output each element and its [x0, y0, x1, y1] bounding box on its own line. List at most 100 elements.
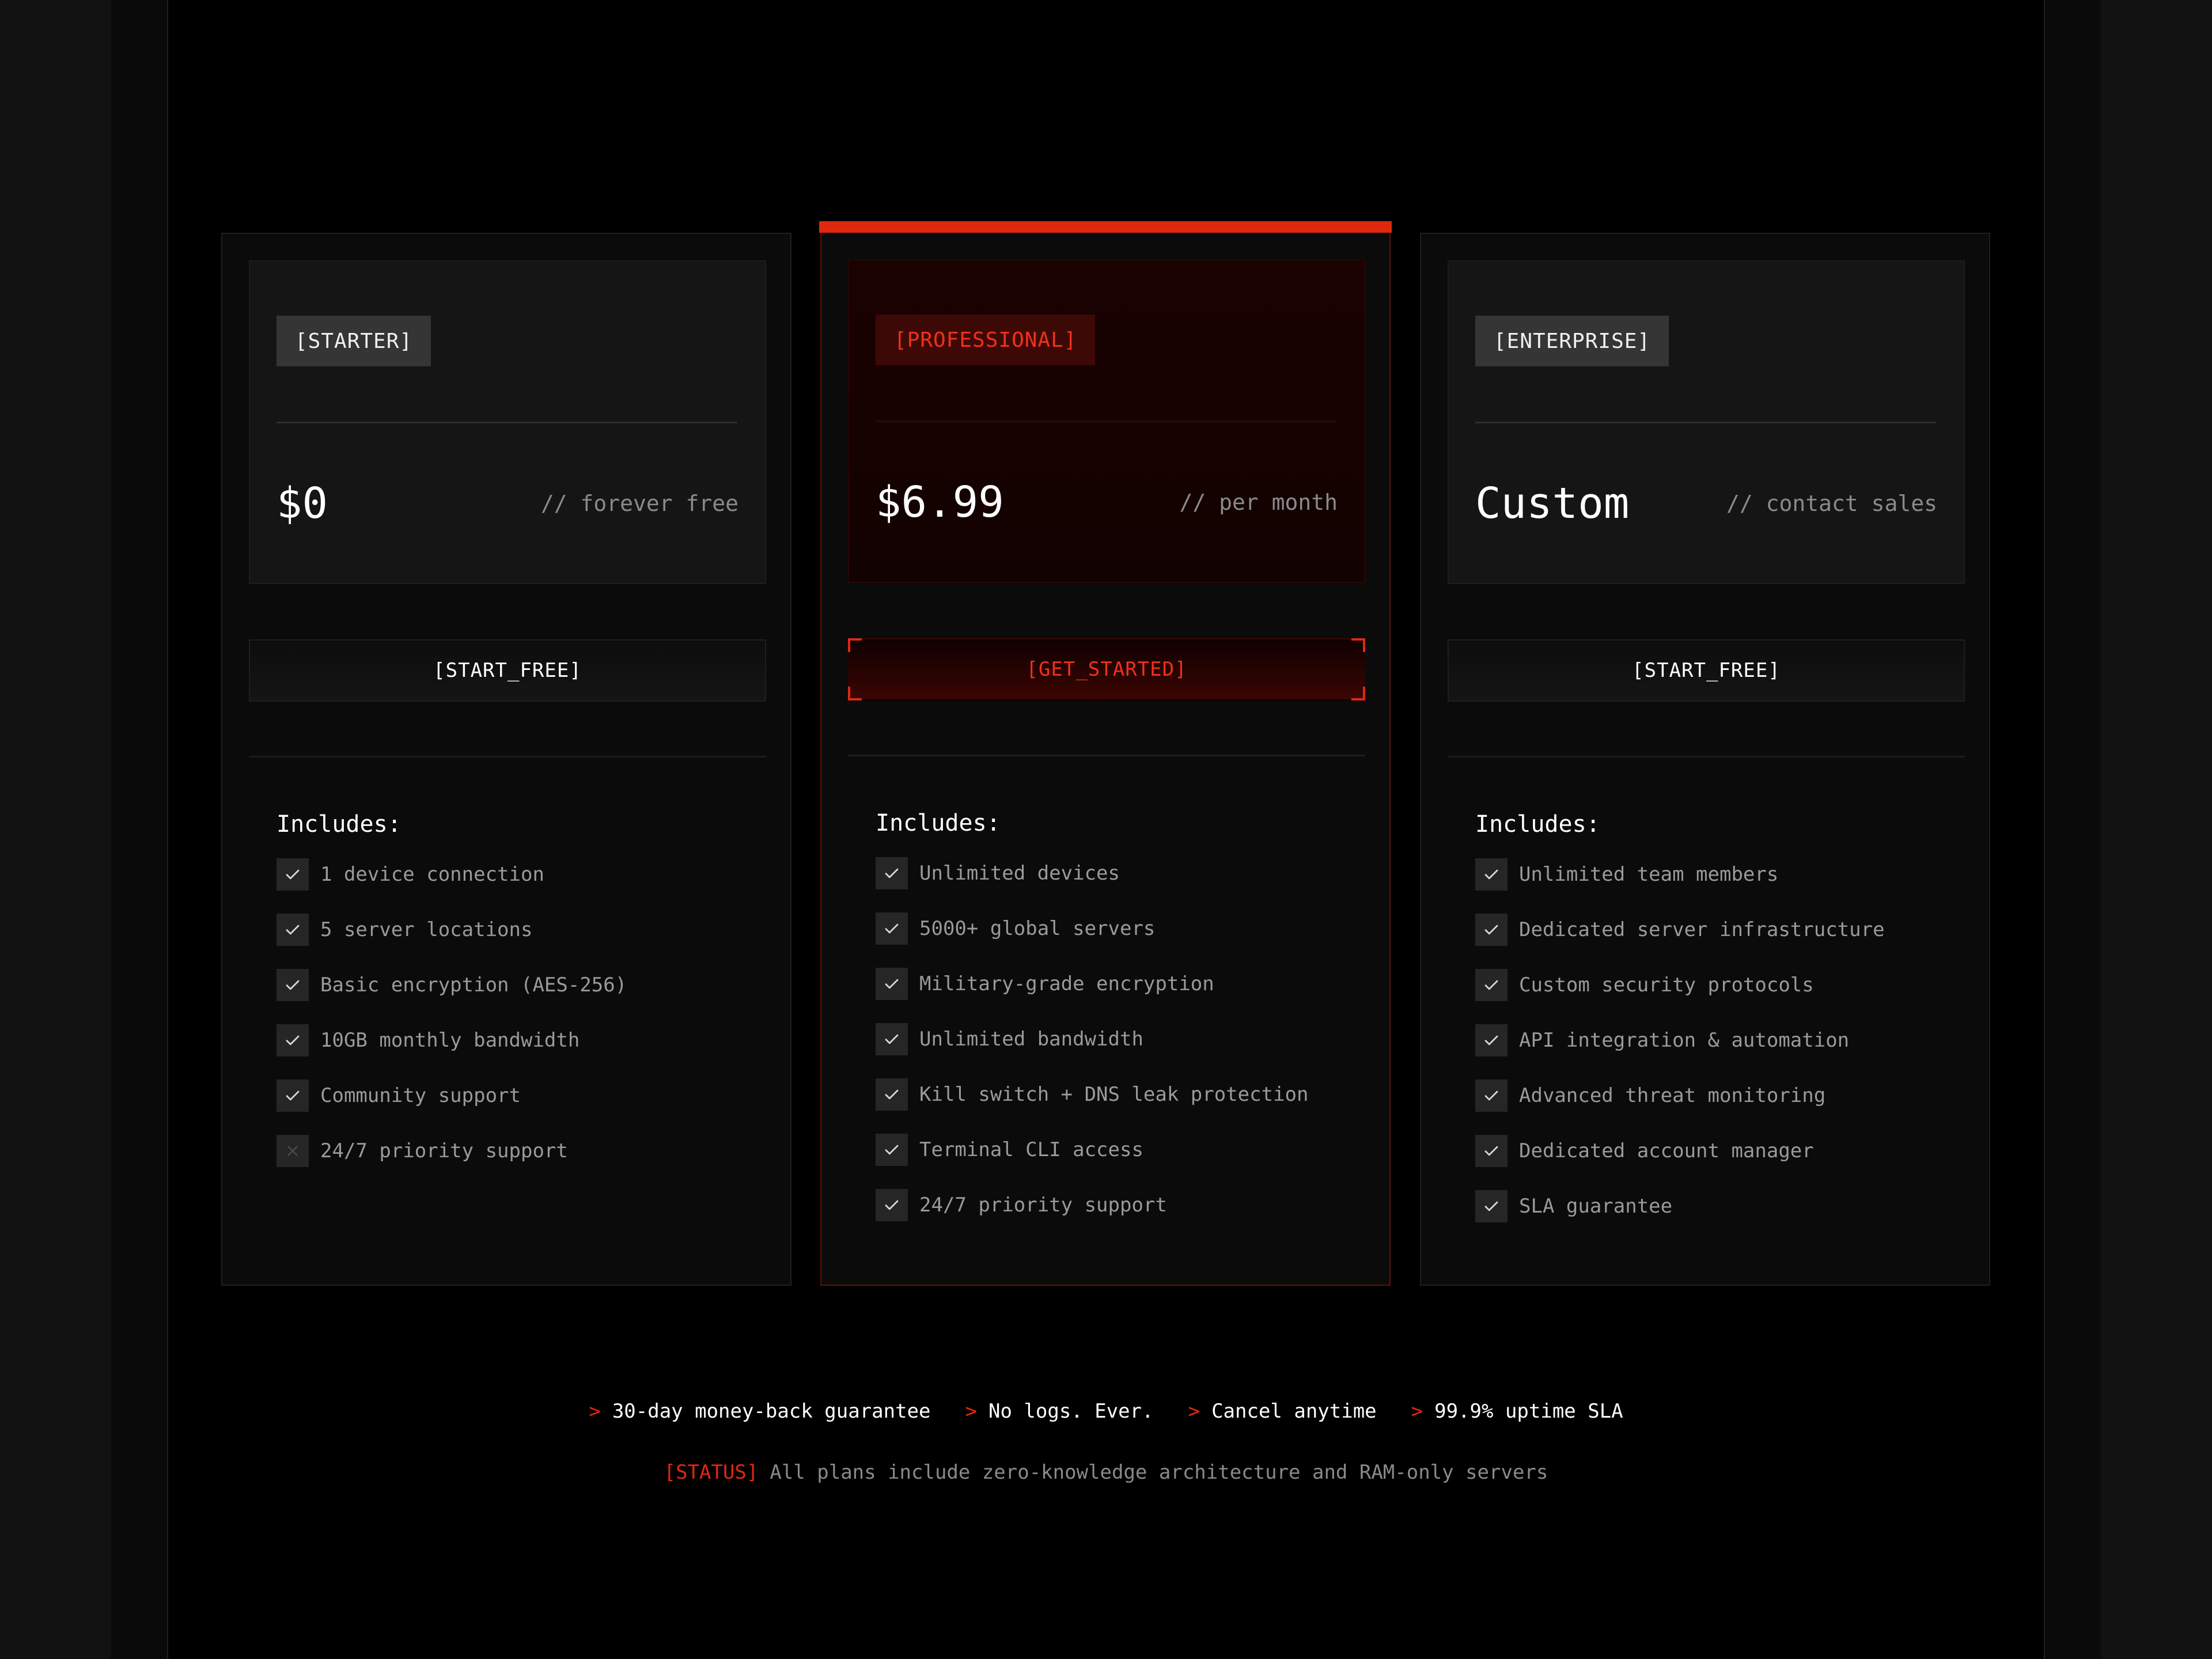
- card-divider: [1448, 756, 1965, 757]
- guarantee-text: Cancel anytime: [1211, 1400, 1377, 1423]
- bracket-corner: [848, 687, 862, 700]
- check-icon: [876, 912, 908, 945]
- featured-accent-bar: [819, 221, 1392, 233]
- bracket-corner: [1351, 638, 1365, 652]
- bracket-corner: [1351, 687, 1365, 700]
- feature-label: Military-grade encryption: [919, 972, 1214, 995]
- feature-item: API integration & automation: [1475, 1013, 1885, 1068]
- check-icon: [276, 858, 309, 891]
- plan-badge: [PROFESSIONAL]: [876, 315, 1096, 365]
- feature-label: Custom security protocols: [1519, 974, 1814, 997]
- get-started-label: [GET_STARTED]: [1026, 658, 1187, 681]
- feature-label: Terminal CLI access: [919, 1138, 1143, 1161]
- prompt-marker-icon: >: [1188, 1400, 1200, 1423]
- plan-badge: [STARTER]: [276, 316, 431, 366]
- card-divider: [848, 755, 1365, 756]
- status-text: All plans include zero-knowledge archite…: [770, 1461, 1548, 1484]
- header-rule: [876, 421, 1336, 422]
- check-icon: [876, 968, 908, 1000]
- check-icon: [1475, 858, 1508, 891]
- get-started-button[interactable]: [GET_STARTED]: [848, 638, 1365, 700]
- plan-price-note: // per month: [1179, 490, 1338, 515]
- check-icon: [1475, 1024, 1508, 1056]
- feature-item: Community support: [276, 1068, 627, 1123]
- plan-header: [PROFESSIONAL] $6.99 // per month: [848, 259, 1365, 583]
- plan-badge: [ENTERPRISE]: [1475, 316, 1669, 366]
- feature-item: Military-grade encryption: [876, 956, 1309, 1012]
- check-icon: [876, 1023, 908, 1055]
- feature-label: Dedicated server infrastructure: [1519, 918, 1885, 941]
- guarantee-item: >30-day money-back guarantee: [589, 1400, 930, 1423]
- header-rule: [276, 422, 737, 423]
- feature-label: Unlimited team members: [1519, 863, 1779, 886]
- plan-header: [ENTERPRISE] Custom // contact sales: [1448, 260, 1965, 584]
- check-icon: [876, 857, 908, 889]
- feature-list: 1 device connection 5 server locations Bas…: [276, 858, 627, 1197]
- includes-title: Includes:: [1475, 811, 1600, 838]
- guarantee-text: No logs. Ever.: [988, 1400, 1154, 1423]
- check-icon: [1475, 1190, 1508, 1222]
- card-divider: [249, 756, 766, 757]
- feature-item: Basic encryption (AES-256): [276, 957, 627, 1013]
- check-icon: [276, 1024, 309, 1056]
- feature-label: 24/7 priority support: [919, 1194, 1167, 1217]
- check-icon: [1475, 1135, 1508, 1167]
- plan-price: $0: [276, 479, 328, 528]
- includes-title: Includes:: [276, 811, 402, 838]
- includes-title: Includes:: [876, 810, 1001, 836]
- guarantee-item: > Cancel anytime: [1188, 1400, 1377, 1423]
- check-icon: [276, 969, 309, 1001]
- cross-icon: [276, 1135, 309, 1167]
- feature-item: Kill switch + DNS leak protection: [876, 1067, 1309, 1122]
- feature-label: 10GB monthly bandwidth: [320, 1029, 580, 1052]
- guarantee-item: > No logs. Ever.: [965, 1400, 1154, 1423]
- plan-price: Custom: [1475, 479, 1630, 528]
- check-icon: [276, 914, 309, 946]
- guarantee-text: 30-day money-back guarantee: [612, 1400, 931, 1423]
- start-free-button[interactable]: [START_FREE]: [249, 639, 766, 702]
- start-free-button[interactable]: [START_FREE]: [1448, 639, 1965, 702]
- feature-item: Unlimited devices: [876, 846, 1309, 901]
- feature-label: Community support: [320, 1084, 521, 1107]
- status-tag: [STATUS]: [664, 1461, 759, 1484]
- plan-card-starter: [STARTER] $0 // forever free [START_FREE…: [221, 233, 791, 1286]
- feature-item: Advanced threat monitoring: [1475, 1068, 1885, 1123]
- check-icon: [1475, 914, 1508, 946]
- plan-header: [STARTER] $0 // forever free: [249, 260, 766, 584]
- header-rule: [1475, 422, 1936, 423]
- feature-label: 1 device connection: [320, 863, 544, 886]
- plan-card-enterprise: [ENTERPRISE] Custom // contact sales [ST…: [1420, 233, 1990, 1286]
- plan-price-note: // contact sales: [1726, 491, 1937, 516]
- feature-item: Custom security protocols: [1475, 957, 1885, 1013]
- check-icon: [1475, 1080, 1508, 1112]
- feature-list: Unlimited devices 5000+ global servers Mil…: [876, 857, 1309, 1251]
- feature-label: 5000+ global servers: [919, 917, 1156, 940]
- status-line: [STATUS] All plans include zero-knowledg…: [0, 1455, 2212, 1490]
- prompt-marker-icon: >: [589, 1400, 601, 1423]
- feature-label: Dedicated account manager: [1519, 1139, 1814, 1162]
- check-icon: [876, 1134, 908, 1166]
- feature-label: SLA guarantee: [1519, 1195, 1673, 1218]
- plan-price: $6.99: [876, 478, 1004, 527]
- feature-label: 5 server locations: [320, 918, 533, 941]
- feature-list: Unlimited team members Dedicated server i…: [1475, 858, 1885, 1252]
- feature-label: Unlimited bandwidth: [919, 1028, 1143, 1051]
- feature-item: Terminal CLI access: [876, 1122, 1309, 1177]
- feature-label: Basic encryption (AES-256): [320, 974, 627, 997]
- check-icon: [276, 1080, 309, 1112]
- plan-card-professional: [PROFESSIONAL] $6.99 // per month [GET_S…: [820, 233, 1391, 1286]
- feature-item: 5000+ global servers: [876, 901, 1309, 956]
- feature-item: SLA guarantee: [1475, 1179, 1885, 1234]
- plan-price-note: // forever free: [540, 491, 738, 516]
- feature-item: 24/7 priority support: [276, 1123, 627, 1179]
- check-icon: [876, 1189, 908, 1221]
- prompt-marker-icon: >: [965, 1400, 977, 1423]
- feature-label: API integration & automation: [1519, 1029, 1850, 1052]
- feature-label: 24/7 priority support: [320, 1139, 568, 1162]
- feature-item: Dedicated server infrastructure: [1475, 902, 1885, 957]
- feature-item: 5 server locations: [276, 902, 627, 957]
- guarantee-text: 99.9% uptime SLA: [1434, 1400, 1623, 1423]
- check-icon: [876, 1078, 908, 1111]
- feature-item: Unlimited team members: [1475, 847, 1885, 902]
- feature-label: Kill switch + DNS leak protection: [919, 1083, 1309, 1106]
